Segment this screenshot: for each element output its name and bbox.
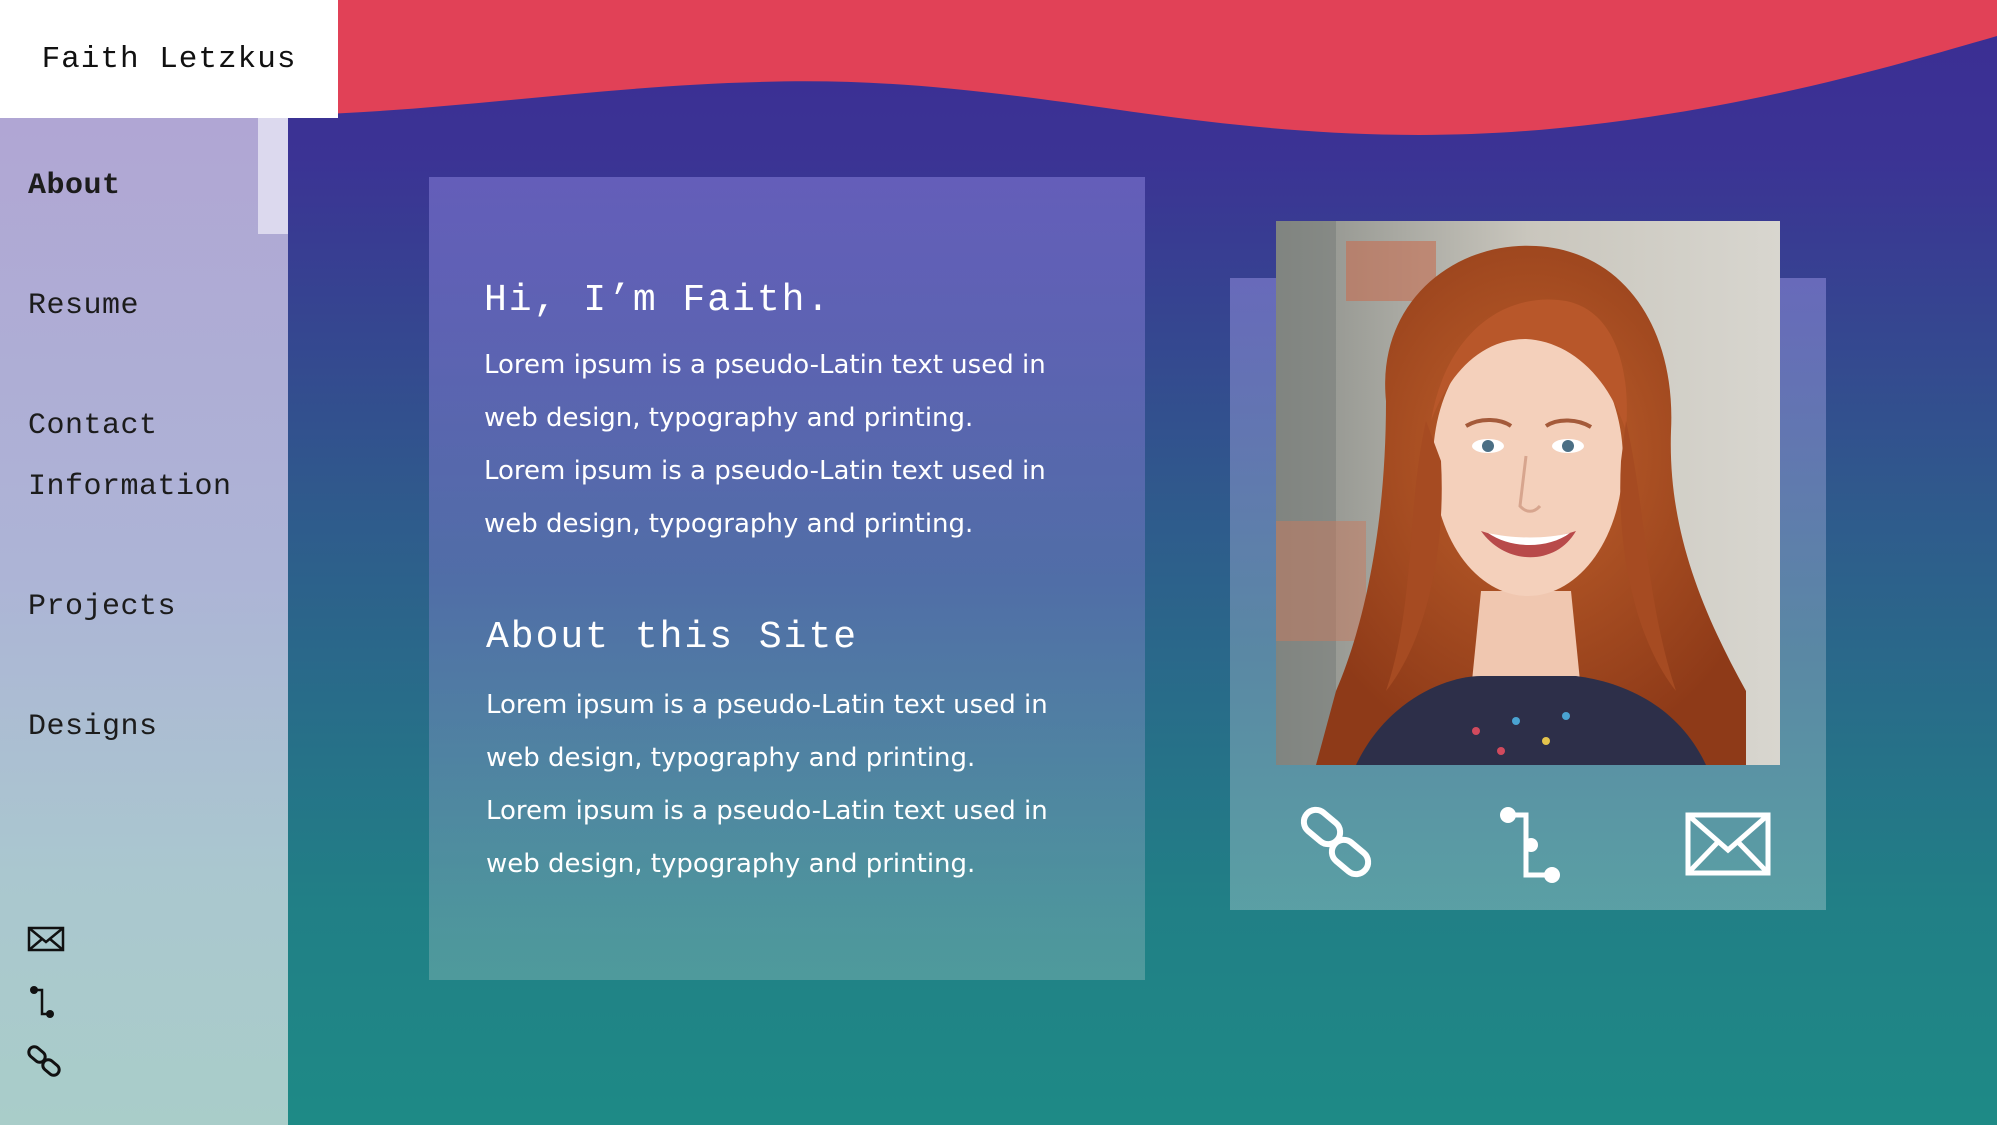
- mail-icon[interactable]: [1685, 812, 1771, 876]
- intro-panel: Hi, I’m Faith. Lorem ipsum is a pseudo-L…: [429, 177, 1145, 980]
- git-branch-icon[interactable]: [26, 984, 66, 1020]
- intro-heading: Hi, I’m Faith.: [484, 279, 832, 322]
- intro-line: Lorem ipsum is a pseudo-Latin text used …: [484, 456, 1046, 486]
- link-icon[interactable]: [26, 1044, 66, 1080]
- mail-icon[interactable]: [26, 920, 66, 956]
- active-nav-indicator: [258, 118, 288, 234]
- about-site-paragraph: Lorem ipsum is a pseudo-Latin text used …: [486, 679, 1086, 891]
- nav-item-about[interactable]: About: [28, 156, 258, 217]
- intro-line: web design, typography and printing.: [484, 509, 974, 539]
- about-line: web design, typography and printing.: [486, 849, 976, 879]
- intro-line: web design, typography and printing.: [484, 403, 974, 433]
- brand-name: Faith Letzkus: [41, 41, 297, 77]
- nav-item-projects[interactable]: Projects: [28, 577, 258, 638]
- sidebar: About Resume Contact Information Project…: [0, 118, 288, 1125]
- git-branch-icon[interactable]: [1494, 805, 1564, 885]
- brand-logo[interactable]: Faith Letzkus: [0, 0, 338, 118]
- about-line: Lorem ipsum is a pseudo-Latin text used …: [486, 690, 1048, 720]
- profile-photo: [1276, 221, 1780, 765]
- nav-item-designs[interactable]: Designs: [28, 697, 258, 758]
- nav-item-resume[interactable]: Resume: [28, 276, 258, 337]
- page: Faith Letzkus About Resume Contact Infor…: [0, 0, 1997, 1125]
- intro-paragraph: Lorem ipsum is a pseudo-Latin text used …: [484, 339, 1084, 551]
- about-line: web design, typography and printing.: [486, 743, 976, 773]
- nav-item-contact-information[interactable]: Contact Information: [28, 396, 258, 518]
- about-site-heading: About this Site: [486, 616, 859, 659]
- link-icon[interactable]: [1298, 803, 1378, 883]
- intro-line: Lorem ipsum is a pseudo-Latin text used …: [484, 350, 1046, 380]
- about-line: Lorem ipsum is a pseudo-Latin text used …: [486, 796, 1048, 826]
